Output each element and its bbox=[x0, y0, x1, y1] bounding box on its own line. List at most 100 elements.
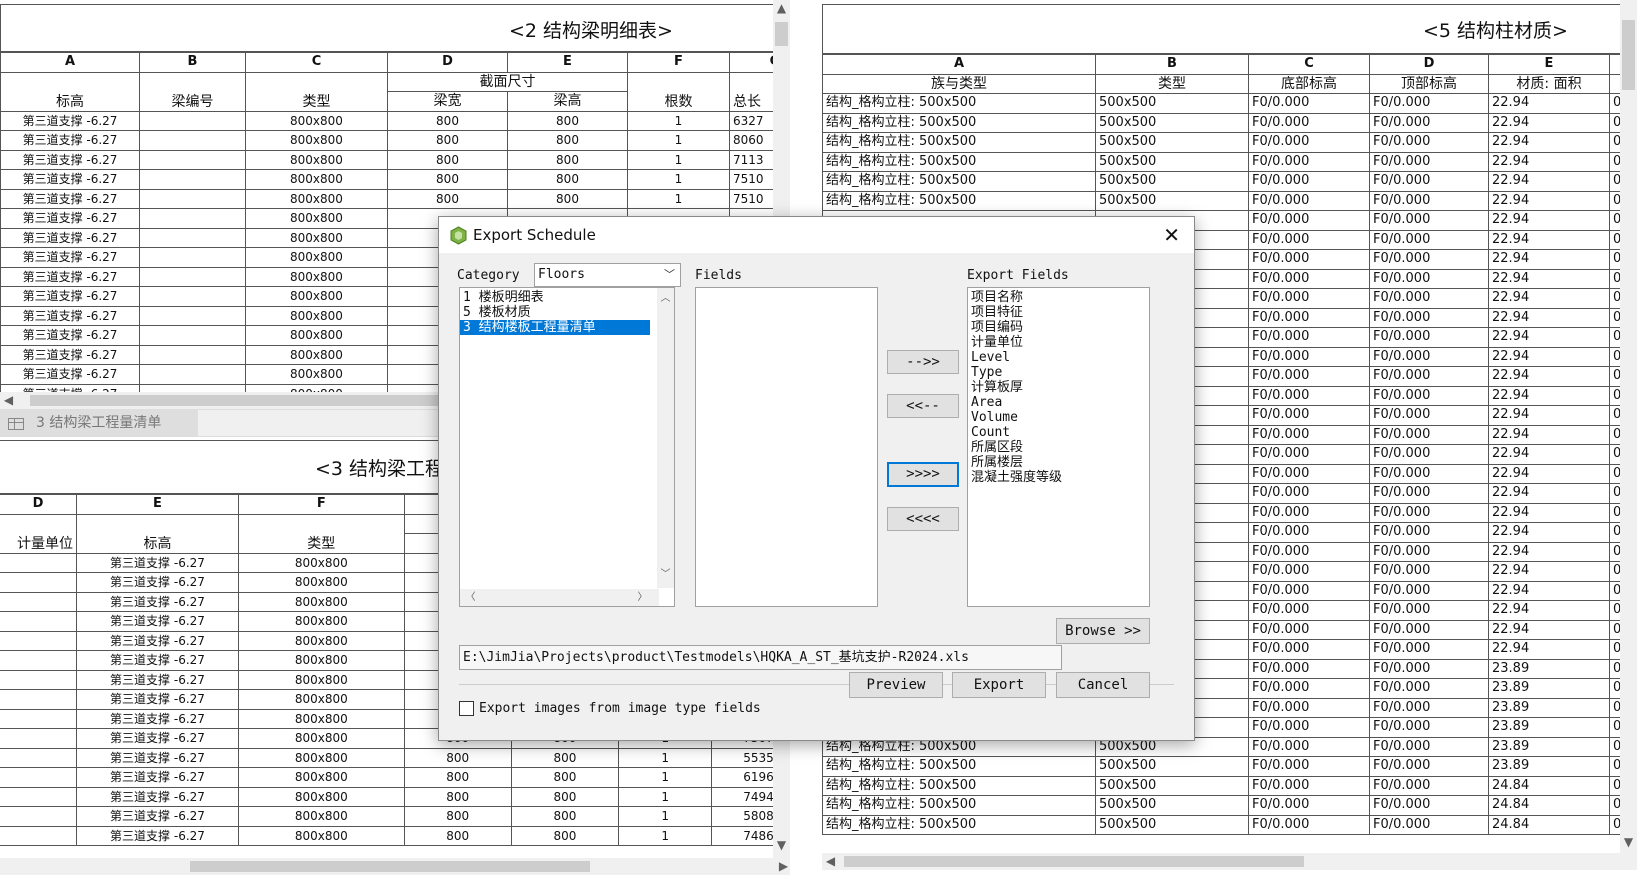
table-cell[interactable]: F0/0.000 bbox=[1248, 249, 1370, 270]
table-cell[interactable] bbox=[0, 825, 77, 846]
table-cell[interactable]: 结构_格构立柱: 500x500 bbox=[822, 93, 1096, 114]
col-header[interactable]: 梁高 bbox=[507, 91, 628, 112]
table-cell[interactable]: 第三道支撑 -6.27 bbox=[75, 591, 240, 612]
browse-button[interactable]: Browse >> bbox=[1056, 618, 1150, 644]
table-cell[interactable]: 结构_格构立柱: 500x500 bbox=[822, 190, 1096, 211]
table-cell[interactable]: F0/0.000 bbox=[1248, 366, 1370, 387]
category-schedule-list[interactable]: 1 楼板明细表 5 楼板材质 3 结构楼板工程量清单 ︿ ﹀ 〈 〉 bbox=[459, 287, 675, 607]
table-cell[interactable]: 22.94 bbox=[1488, 444, 1610, 465]
table-cell[interactable]: F0/0.000 bbox=[1248, 795, 1370, 816]
table-cell[interactable]: 800x800 bbox=[245, 130, 388, 151]
add-all-fields-button[interactable]: >>>> bbox=[887, 462, 959, 487]
table-cell[interactable]: 结构_格构立柱: 500x500 bbox=[822, 151, 1096, 172]
table-cell[interactable]: F0/0.000 bbox=[1248, 424, 1370, 445]
table-cell[interactable]: F0/0.000 bbox=[1248, 522, 1370, 543]
category-list-item[interactable]: 3 结构楼板工程量清单 bbox=[460, 320, 650, 335]
scroll-thumb[interactable] bbox=[30, 395, 450, 406]
table-cell[interactable] bbox=[0, 806, 77, 827]
table-cell[interactable]: F0/0.000 bbox=[1248, 229, 1370, 250]
table-cell[interactable] bbox=[0, 728, 77, 749]
table-cell[interactable]: F0/0.000 bbox=[1369, 580, 1489, 601]
table-cell[interactable]: F0/0.000 bbox=[1248, 385, 1370, 406]
table-cell[interactable]: F0/0.000 bbox=[1248, 190, 1370, 211]
table-cell[interactable]: 第三道支撑 -6.27 bbox=[0, 188, 140, 209]
table-cell[interactable] bbox=[139, 130, 246, 151]
table-cell[interactable]: 800x800 bbox=[238, 630, 405, 651]
table-cell[interactable]: 800x800 bbox=[245, 364, 388, 385]
table-cell[interactable]: 22.94 bbox=[1488, 307, 1610, 328]
table-row[interactable]: 第三道支撑 -6.27800x800800800174943.92 bbox=[0, 786, 790, 807]
table-cell[interactable]: F0/0.000 bbox=[1248, 346, 1370, 367]
table-cell[interactable] bbox=[0, 552, 77, 573]
table-cell[interactable]: 1 bbox=[627, 149, 730, 170]
scroll-right-arrow[interactable]: 〉 bbox=[634, 589, 651, 606]
table-cell[interactable]: F0/0.000 bbox=[1369, 483, 1489, 504]
table-cell[interactable]: 500x500 bbox=[1095, 775, 1249, 796]
table-cell[interactable]: 22.94 bbox=[1488, 522, 1610, 543]
table-cell[interactable]: 800 bbox=[510, 786, 620, 807]
table-cell[interactable] bbox=[139, 188, 246, 209]
table-cell[interactable]: F0/0.000 bbox=[1248, 132, 1370, 153]
export-field-item[interactable]: 计量单位 bbox=[968, 335, 1149, 350]
table-cell[interactable]: 22.94 bbox=[1488, 483, 1610, 504]
table-cell[interactable]: 800x800 bbox=[238, 806, 405, 827]
table-cell[interactable]: 结构_格构立柱: 500x500 bbox=[822, 132, 1096, 153]
table-cell[interactable]: F0/0.000 bbox=[1248, 307, 1370, 328]
table-cell[interactable]: 500x500 bbox=[1095, 190, 1249, 211]
table-cell[interactable] bbox=[0, 591, 77, 612]
table-cell[interactable]: 结构_格构立柱: 500x500 bbox=[822, 795, 1096, 816]
table-cell[interactable]: 800x800 bbox=[245, 344, 388, 365]
table-cell[interactable]: F0/0.000 bbox=[1369, 561, 1489, 582]
table-cell[interactable]: F0/0.000 bbox=[1369, 229, 1489, 250]
table-cell[interactable]: 800 bbox=[387, 110, 508, 131]
table-cell[interactable]: 23.89 bbox=[1488, 717, 1610, 738]
export-field-item[interactable]: 项目编码 bbox=[968, 320, 1149, 335]
horizontal-scrollbar[interactable]: ▶ bbox=[0, 858, 790, 875]
table-cell[interactable]: 800 bbox=[507, 110, 628, 131]
remove-all-fields-button[interactable]: <<<< bbox=[887, 507, 959, 531]
table-cell[interactable]: 第三道支撑 -6.27 bbox=[75, 767, 240, 788]
table-row[interactable]: 结构_格构立柱: 500x500500x500F0/0.000F0/0.0002… bbox=[822, 756, 1637, 777]
table-cell[interactable]: F0/0.000 bbox=[1369, 210, 1489, 231]
table-row[interactable]: 结构_格构立柱: 500x500500x500F0/0.000F0/0.0002… bbox=[822, 93, 1637, 114]
table-cell[interactable]: 第三道支撑 -6.27 bbox=[75, 728, 240, 749]
table-cell[interactable]: 22.94 bbox=[1488, 346, 1610, 367]
table-cell[interactable]: F0/0.000 bbox=[1248, 444, 1370, 465]
table-cell[interactable]: 1 bbox=[618, 806, 713, 827]
table-cell[interactable]: 第三道支撑 -6.27 bbox=[0, 266, 140, 287]
table-cell[interactable]: 结构_格构立柱: 500x500 bbox=[822, 112, 1096, 133]
table-cell[interactable]: 800x800 bbox=[238, 825, 405, 846]
table-row[interactable]: 第三道支撑 -6.27 800x800 800 800 1 8060 bbox=[0, 130, 790, 151]
table-cell[interactable]: F0/0.000 bbox=[1369, 736, 1489, 757]
table-cell[interactable]: 23.89 bbox=[1488, 736, 1610, 757]
table-cell[interactable]: F0/0.000 bbox=[1369, 600, 1489, 621]
table-cell[interactable]: 22.94 bbox=[1488, 151, 1610, 172]
table-cell[interactable]: 23.89 bbox=[1488, 658, 1610, 679]
scroll-left-arrow[interactable]: ◀ bbox=[822, 853, 839, 870]
tab-beam-quantity[interactable]: 3 结构梁工程量清单 bbox=[0, 410, 198, 437]
scroll-down-arrow[interactable]: ▼ bbox=[773, 837, 790, 854]
table-row[interactable]: 结构_格构立柱: 500x500500x500F0/0.000F0/0.0002… bbox=[822, 814, 1637, 835]
table-cell[interactable]: 24.84 bbox=[1488, 775, 1610, 796]
col-header[interactable]: 类型 bbox=[1095, 73, 1249, 94]
table-cell[interactable]: F0/0.000 bbox=[1369, 814, 1489, 835]
table-cell[interactable]: 800 bbox=[510, 767, 620, 788]
table-cell[interactable]: F0/0.000 bbox=[1369, 405, 1489, 426]
table-cell[interactable]: 22.94 bbox=[1488, 249, 1610, 270]
table-cell[interactable]: 800x800 bbox=[238, 689, 405, 710]
table-cell[interactable]: 第三道支撑 -6.27 bbox=[0, 130, 140, 151]
table-cell[interactable]: 800 bbox=[403, 767, 512, 788]
table-cell[interactable] bbox=[139, 110, 246, 131]
table-cell[interactable]: 第三道支撑 -6.27 bbox=[0, 364, 140, 385]
table-cell[interactable]: F0/0.000 bbox=[1369, 93, 1489, 114]
table-cell[interactable]: 22.94 bbox=[1488, 561, 1610, 582]
table-cell[interactable]: 800 bbox=[387, 149, 508, 170]
table-cell[interactable]: F0/0.000 bbox=[1248, 288, 1370, 309]
fields-list[interactable] bbox=[695, 287, 878, 607]
export-field-item[interactable]: 所属区段 bbox=[968, 440, 1149, 455]
list-hscroll[interactable]: 〈 〉 bbox=[460, 589, 659, 606]
scroll-thumb[interactable] bbox=[775, 22, 788, 46]
table-row[interactable]: 结构_格构立柱: 500x500500x500F0/0.000F0/0.0002… bbox=[822, 132, 1637, 153]
table-cell[interactable]: 22.94 bbox=[1488, 210, 1610, 231]
table-cell[interactable]: F0/0.000 bbox=[1248, 561, 1370, 582]
